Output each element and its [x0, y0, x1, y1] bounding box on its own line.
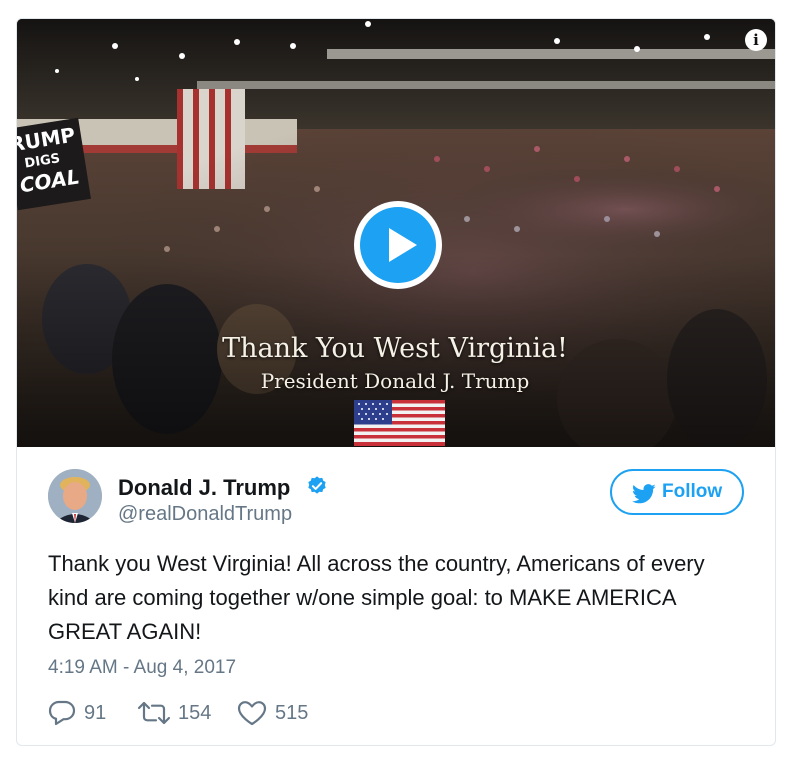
author-handle[interactable]: @realDonaldTrump: [118, 503, 292, 526]
verified-badge-icon: [308, 476, 326, 494]
sign-text-line1: RUMP: [17, 122, 77, 157]
video-player[interactable]: RUMP DIGS COAL i Thank You West Virginia…: [17, 19, 775, 447]
tweet-timestamp[interactable]: 4:19 AM - Aug 4, 2017: [48, 657, 236, 679]
tweet-header: Donald J. Trump @realDonaldTrump Follow: [17, 447, 775, 537]
follow-button-label: Follow: [662, 481, 723, 502]
like-button[interactable]: 515: [237, 695, 327, 731]
reply-count: 91: [84, 702, 107, 724]
video-caption-subtitle: President Donald J. Trump: [260, 369, 530, 393]
author-name[interactable]: Donald J. Trump: [118, 475, 290, 501]
play-icon: [360, 207, 436, 283]
retweet-button[interactable]: 154: [136, 695, 226, 731]
reply-button[interactable]: 91: [48, 695, 128, 731]
tweet-actions: 91 154 515: [48, 695, 448, 731]
reply-icon: [48, 700, 76, 726]
protest-sign: RUMP DIGS COAL: [17, 117, 91, 211]
tweet-card: RUMP DIGS COAL i Thank You West Virginia…: [16, 18, 776, 746]
retweet-count: 154: [178, 702, 212, 724]
info-icon[interactable]: i: [745, 29, 767, 51]
profile-photo: [48, 469, 102, 523]
retweet-icon: [137, 701, 171, 725]
like-count: 515: [275, 702, 309, 724]
play-button[interactable]: [354, 201, 442, 289]
avatar[interactable]: [48, 469, 102, 523]
video-caption-title: Thank You West Virginia!: [222, 333, 568, 364]
heart-icon: [237, 701, 267, 726]
twitter-bird-icon: [632, 484, 656, 504]
follow-button[interactable]: Follow: [610, 469, 744, 515]
tweet-text: Thank you West Virginia! All across the …: [48, 551, 705, 644]
us-flag-icon: [354, 400, 445, 446]
